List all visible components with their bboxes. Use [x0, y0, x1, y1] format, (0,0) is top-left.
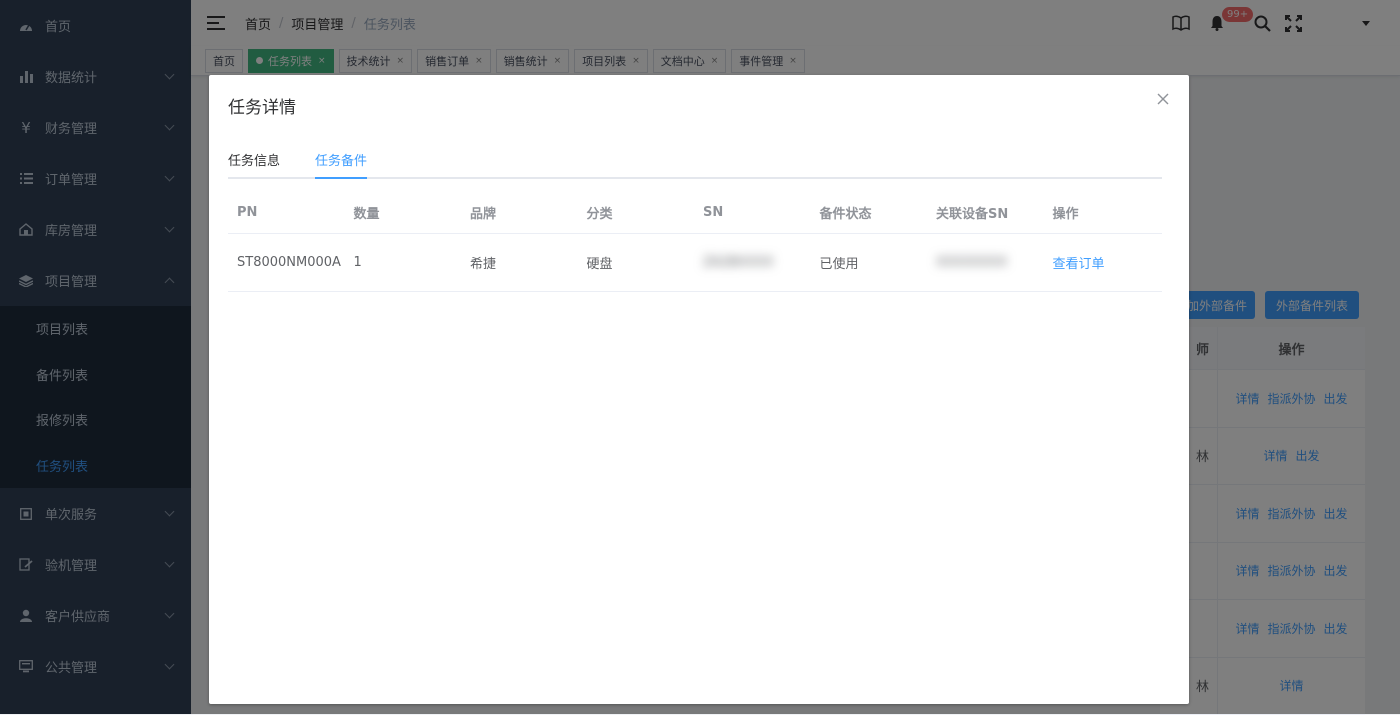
- tab-task-info[interactable]: 任务信息: [228, 150, 280, 169]
- column-header: SN: [694, 205, 811, 220]
- column-header: 操作: [1044, 203, 1161, 222]
- cell-qty: 1: [345, 255, 462, 270]
- cell-brand: 希捷: [461, 253, 578, 272]
- cell-sn-redacted: ZA2BXXXX: [703, 255, 774, 270]
- dialog-tabs: 任务信息 任务备件: [228, 139, 1162, 179]
- close-icon[interactable]: [1157, 93, 1171, 107]
- table-row: ST8000NM000A 1 希捷 硬盘 ZA2BXXXX 已使用 XXXXXX…: [228, 234, 1162, 292]
- parts-table: PN 数量 品牌 分类 SN 备件状态 关联设备SN 操作 ST8000NM00…: [228, 191, 1162, 292]
- cell-device-sn-redacted: XXXXXXXX: [936, 255, 1007, 270]
- column-header: 关联设备SN: [927, 203, 1044, 222]
- tab-active-indicator: [315, 177, 367, 179]
- task-detail-dialog: 任务详情 任务信息 任务备件 PN 数量 品牌 分类 SN 备件状态 关联设备S…: [209, 75, 1189, 704]
- column-header: 分类: [578, 203, 695, 222]
- view-order-link[interactable]: 查看订单: [1053, 257, 1105, 272]
- column-header: 备件状态: [811, 203, 928, 222]
- table-header: PN 数量 品牌 分类 SN 备件状态 关联设备SN 操作: [228, 191, 1162, 234]
- dialog-title: 任务详情: [228, 93, 296, 118]
- column-header: 数量: [345, 203, 462, 222]
- cell-status: 已使用: [811, 253, 928, 272]
- column-header: 品牌: [461, 203, 578, 222]
- column-header: PN: [228, 205, 345, 220]
- tab-task-parts[interactable]: 任务备件: [315, 150, 367, 169]
- cell-pn: ST8000NM000A: [228, 255, 345, 270]
- cell-category: 硬盘: [578, 253, 695, 272]
